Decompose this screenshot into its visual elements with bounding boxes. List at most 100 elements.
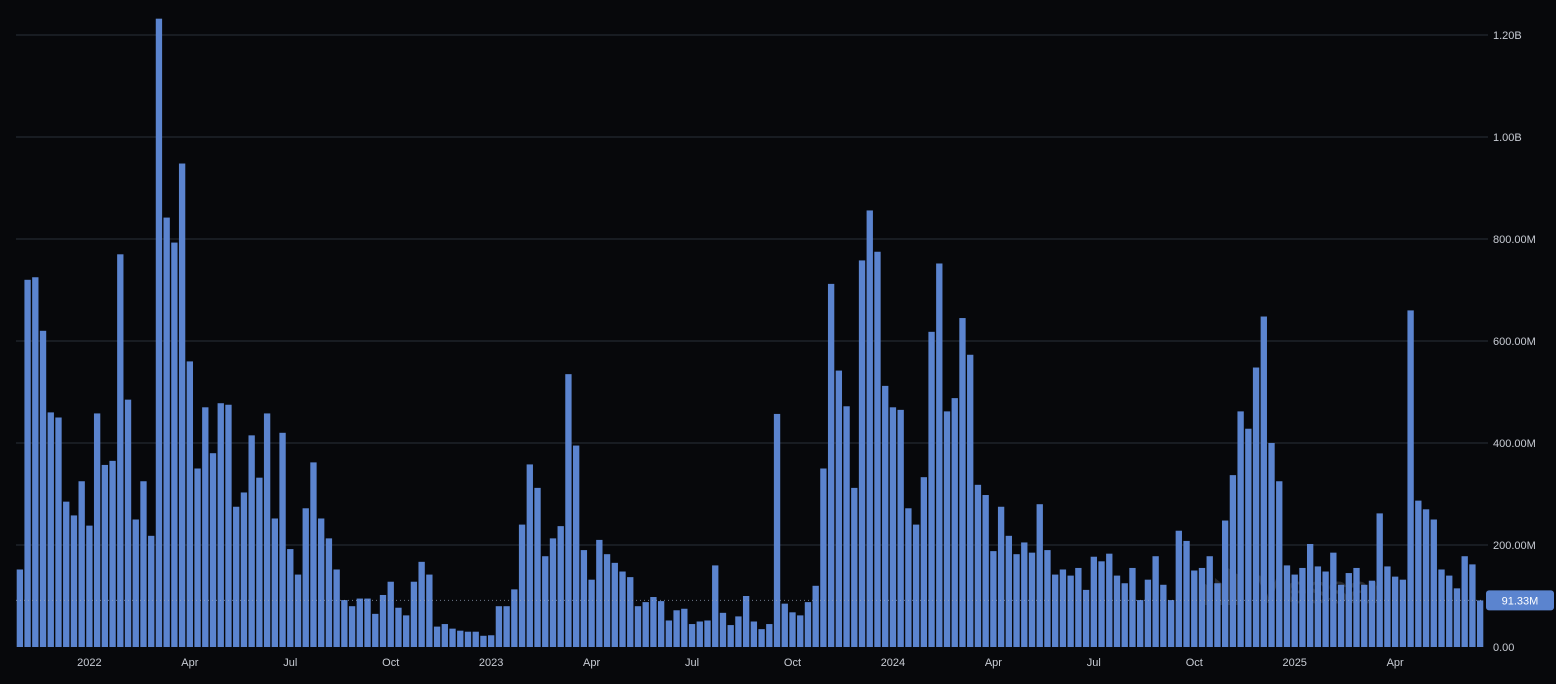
bar[interactable] [1082, 589, 1090, 647]
bar[interactable] [1391, 576, 1399, 647]
bar[interactable] [874, 251, 881, 647]
bar[interactable] [325, 538, 333, 647]
bar[interactable] [912, 524, 920, 647]
bar[interactable] [704, 620, 711, 647]
bar[interactable] [766, 624, 773, 647]
bar[interactable] [843, 406, 850, 647]
bar[interactable] [16, 569, 24, 647]
bar[interactable] [642, 602, 649, 647]
bar[interactable] [596, 539, 603, 647]
bar[interactable] [1453, 588, 1461, 647]
bar[interactable] [271, 518, 278, 647]
bar[interactable] [449, 628, 456, 647]
bar[interactable] [1384, 566, 1391, 647]
bar[interactable] [943, 411, 951, 647]
bar[interactable] [712, 565, 719, 647]
bar[interactable] [1191, 570, 1198, 648]
bar[interactable] [356, 598, 363, 647]
bar[interactable] [688, 624, 696, 647]
bar[interactable] [588, 579, 595, 647]
bar[interactable] [240, 492, 248, 647]
bar[interactable] [186, 361, 194, 647]
bar[interactable] [132, 519, 139, 648]
bar[interactable] [820, 468, 827, 648]
bar[interactable] [163, 217, 170, 647]
bar[interactable] [148, 535, 155, 647]
bar[interactable] [1376, 513, 1383, 647]
bar[interactable] [418, 561, 425, 647]
bar[interactable] [719, 612, 727, 647]
bar[interactable] [488, 635, 495, 647]
bar[interactable] [611, 562, 618, 647]
bar[interactable] [1021, 542, 1028, 647]
bar[interactable] [657, 601, 665, 647]
bar[interactable] [1291, 574, 1298, 647]
bar[interactable] [256, 477, 263, 647]
bar[interactable] [1283, 565, 1291, 647]
bar[interactable] [1106, 553, 1113, 647]
bar[interactable] [634, 606, 642, 647]
bar[interactable] [364, 598, 371, 647]
bar[interactable] [1299, 567, 1306, 647]
bar[interactable] [233, 506, 240, 647]
bar[interactable] [318, 518, 325, 647]
bar[interactable] [217, 403, 224, 647]
bar[interactable] [681, 608, 688, 647]
bar[interactable] [1469, 564, 1476, 647]
bar[interactable] [32, 277, 39, 647]
bar[interactable] [1330, 552, 1337, 647]
bar[interactable] [627, 577, 634, 647]
bar[interactable] [858, 260, 866, 647]
bar[interactable] [1252, 367, 1260, 647]
bar[interactable] [1167, 600, 1175, 647]
bar[interactable] [542, 556, 549, 647]
bar[interactable] [897, 409, 904, 647]
bar[interactable] [1476, 600, 1484, 647]
bar[interactable] [889, 407, 897, 647]
bar[interactable] [109, 460, 116, 647]
bar[interactable] [1183, 540, 1190, 647]
bar[interactable] [665, 620, 673, 647]
bar[interactable] [990, 551, 997, 647]
bar[interactable] [1245, 428, 1252, 647]
bar[interactable] [1446, 575, 1453, 647]
bar[interactable] [1337, 584, 1345, 647]
bar[interactable] [1067, 575, 1074, 647]
bar[interactable] [1268, 443, 1275, 647]
bar[interactable] [480, 635, 487, 647]
bar[interactable] [1198, 567, 1206, 647]
bar[interactable] [650, 597, 657, 647]
bar[interactable] [1075, 567, 1082, 647]
bar[interactable] [178, 163, 186, 647]
bar[interactable] [39, 330, 47, 647]
bar[interactable] [1144, 579, 1152, 647]
bar[interactable] [279, 432, 286, 647]
bar[interactable] [341, 600, 348, 647]
bar[interactable] [1044, 550, 1051, 647]
bar[interactable] [1430, 519, 1437, 648]
bar[interactable] [140, 481, 147, 647]
bar[interactable] [673, 610, 680, 647]
bar[interactable] [348, 606, 356, 647]
bar[interactable] [379, 594, 387, 647]
bar[interactable] [936, 263, 943, 647]
bar[interactable] [882, 385, 889, 647]
bar[interactable] [982, 495, 989, 647]
bar[interactable] [951, 398, 958, 647]
bar[interactable] [1222, 520, 1229, 647]
bar[interactable] [1214, 583, 1221, 647]
bar[interactable] [117, 254, 124, 648]
bar[interactable] [526, 464, 533, 647]
bar[interactable] [1407, 310, 1414, 647]
bar[interactable] [1036, 504, 1043, 647]
bar[interactable] [1276, 481, 1283, 647]
bar[interactable] [1028, 552, 1036, 647]
bar[interactable] [1237, 411, 1244, 647]
bar[interactable] [1399, 579, 1407, 647]
bar[interactable] [866, 210, 873, 647]
bar[interactable] [827, 283, 835, 647]
bar[interactable] [1098, 561, 1105, 647]
bar[interactable] [789, 612, 796, 647]
bar[interactable] [503, 606, 510, 647]
bar[interactable] [812, 585, 819, 647]
